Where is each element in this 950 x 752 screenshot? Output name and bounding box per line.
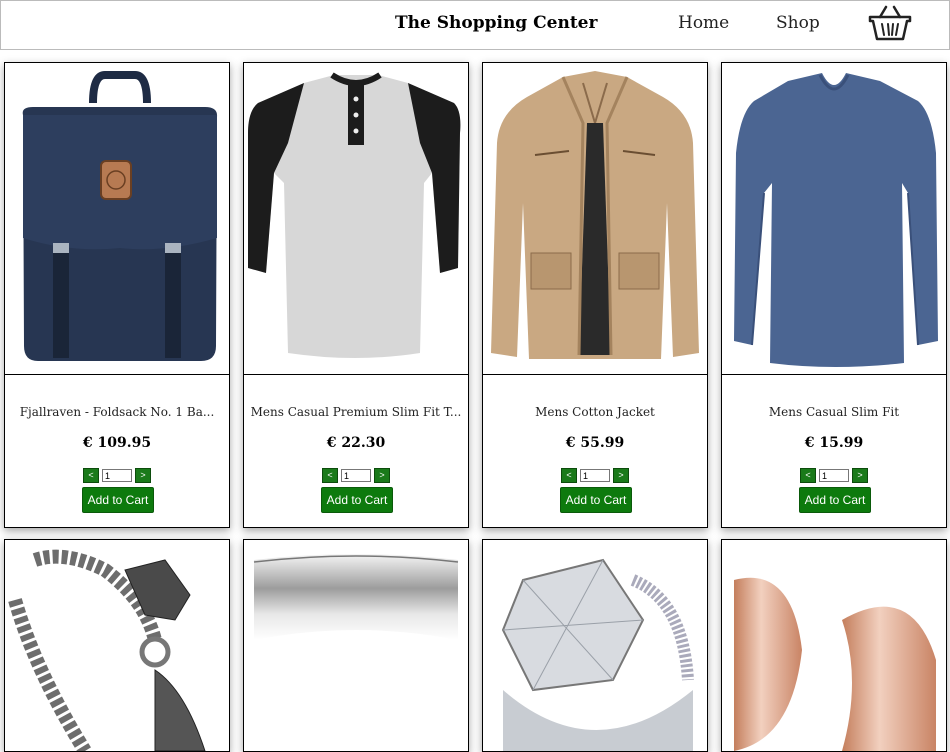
increase-qty-button[interactable]: > (852, 468, 868, 483)
increase-qty-button[interactable]: > (613, 468, 629, 483)
basket-icon[interactable] (867, 4, 913, 46)
product-title: Mens Casual Slim Fit (768, 405, 900, 419)
product-price: € 55.99 (565, 435, 625, 451)
quantity-stepper: < > (722, 468, 946, 483)
product-card: Mens Casual Slim Fit € 15.99 < > Add to … (721, 62, 947, 528)
product-image-tshirt[interactable] (244, 63, 468, 375)
decrease-qty-button[interactable]: < (322, 468, 338, 483)
add-to-cart-button[interactable]: Add to Cart (799, 487, 871, 513)
product-title: Mens Cotton Jacket (535, 405, 655, 419)
product-image-longsleeve[interactable] (722, 63, 946, 375)
quantity-stepper: < > (244, 468, 468, 483)
product-price: € 15.99 (804, 435, 864, 451)
product-price: € 22.30 (326, 435, 386, 451)
nav-shop-link[interactable]: Shop (776, 13, 820, 33)
quantity-input[interactable] (102, 469, 132, 482)
add-to-cart-button[interactable]: Add to Cart (82, 487, 154, 513)
product-image-jacket[interactable] (483, 63, 707, 375)
product-card: Fjallraven - Foldsack No. 1 Ba... € 109.… (4, 62, 230, 528)
product-title: Fjallraven - Foldsack No. 1 Ba... (19, 405, 215, 419)
product-card (482, 539, 708, 752)
product-title: Mens Casual Premium Slim Fit T... (250, 405, 462, 419)
site-title: The Shopping Center (395, 13, 598, 33)
decrease-qty-button[interactable]: < (561, 468, 577, 483)
product-price: € 109.95 (82, 435, 152, 451)
product-card (4, 539, 230, 752)
product-image-ring[interactable] (244, 540, 468, 751)
decrease-qty-button[interactable]: < (83, 468, 99, 483)
nav-home-link[interactable]: Home (678, 13, 729, 33)
product-image-backpack[interactable] (5, 63, 229, 375)
product-card (721, 539, 947, 752)
add-to-cart-button[interactable]: Add to Cart (560, 487, 632, 513)
increase-qty-button[interactable]: > (374, 468, 390, 483)
product-card (243, 539, 469, 752)
quantity-input[interactable] (341, 469, 371, 482)
quantity-input[interactable] (580, 469, 610, 482)
top-navbar: The Shopping Center Home Shop (0, 0, 950, 50)
product-card: Mens Casual Premium Slim Fit T... € 22.3… (243, 62, 469, 528)
add-to-cart-button[interactable]: Add to Cart (321, 487, 393, 513)
decrease-qty-button[interactable]: < (800, 468, 816, 483)
product-image-rose-gold-ring[interactable] (722, 540, 946, 751)
quantity-stepper: < > (5, 468, 229, 483)
increase-qty-button[interactable]: > (135, 468, 151, 483)
quantity-stepper: < > (483, 468, 707, 483)
product-image-bracelet[interactable] (5, 540, 229, 751)
product-card: Mens Cotton Jacket € 55.99 < > Add to Ca… (482, 62, 708, 528)
product-image-diamond-ring[interactable] (483, 540, 707, 751)
quantity-input[interactable] (819, 469, 849, 482)
